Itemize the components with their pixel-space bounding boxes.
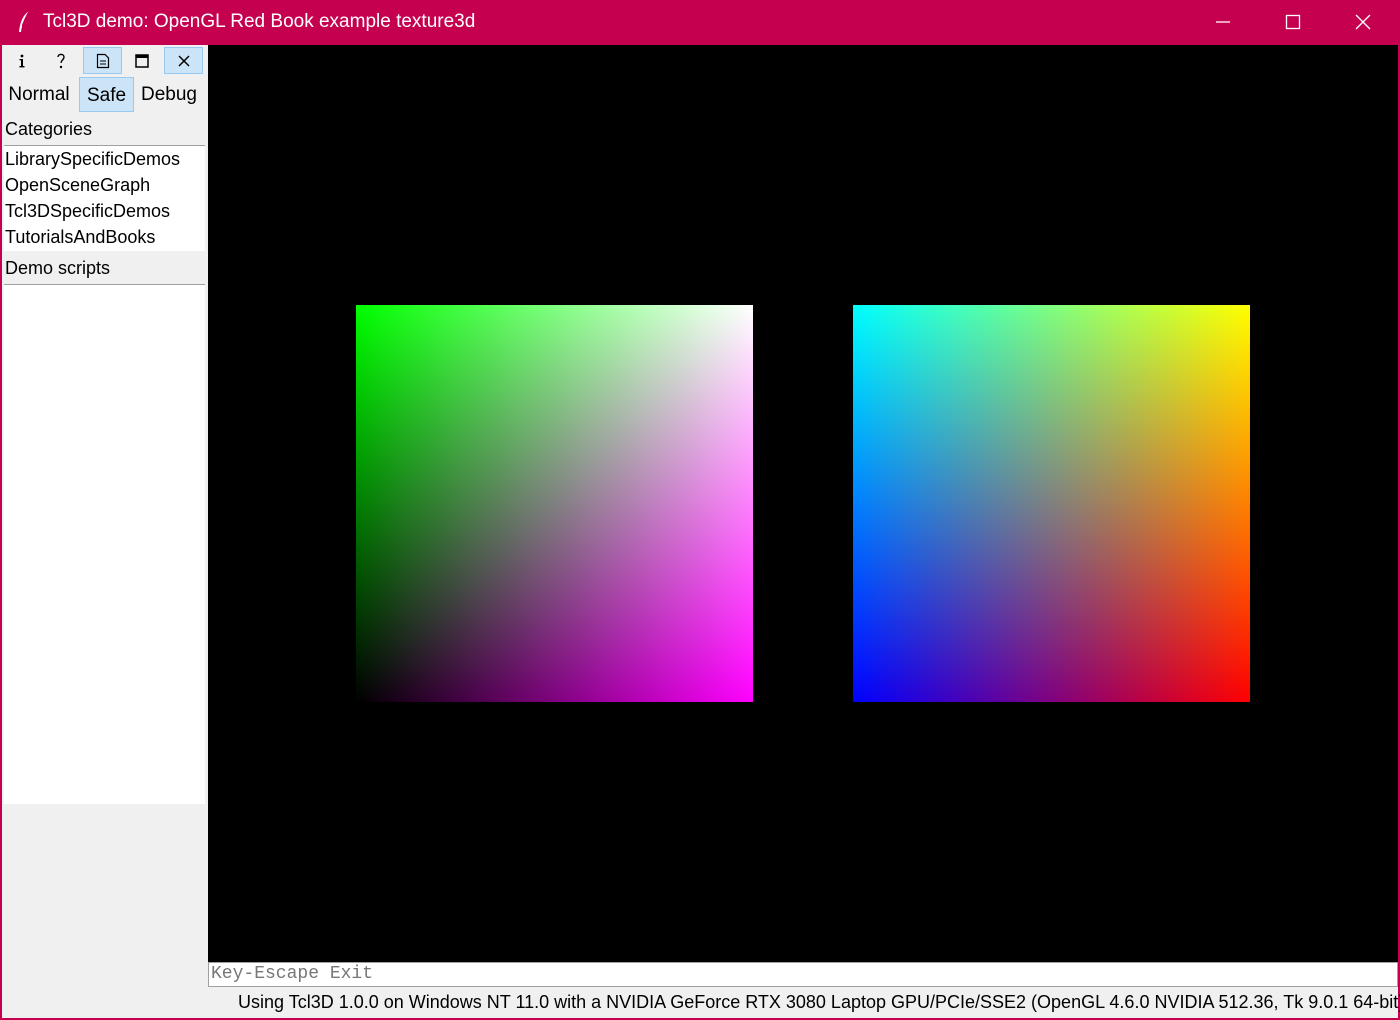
minimize-button[interactable] [1188,0,1258,45]
exit-button[interactable] [164,47,203,74]
mode-debug-button[interactable]: Debug [135,77,203,112]
categories-label: Categories [5,119,93,139]
window-title: Tcl3D demo: OpenGL Red Book example text… [43,11,476,32]
list-item[interactable]: LibrarySpecificDemos [4,146,205,172]
categories-list[interactable]: LibrarySpecificDemos OpenSceneGraph Tcl3… [4,145,205,251]
command-field[interactable]: Key-Escape Exit [208,962,1398,987]
mode-safe-button[interactable]: Safe [79,77,134,112]
sidebar: Normal Safe Debug Categories LibrarySpec… [2,45,207,1018]
opengl-viewport[interactable] [208,45,1398,962]
title-bar[interactable]: Tcl3D demo: OpenGL Red Book example text… [0,0,1400,45]
demo-scripts-list[interactable] [4,284,205,804]
mode-normal-button[interactable]: Normal [6,77,72,112]
demo-scripts-label: Demo scripts [5,258,111,278]
info-icon [19,54,24,67]
texture-right [853,305,1250,702]
feather-icon [19,10,30,32]
main-window: Normal Safe Debug Categories LibrarySpec… [2,45,1400,1018]
close-icon [1355,14,1371,30]
minimize-icon [1216,21,1230,23]
document-button[interactable] [83,47,122,74]
window-icon [134,53,149,68]
document-icon [96,53,109,68]
info-button[interactable] [2,47,41,74]
list-item[interactable]: Tcl3DSpecificDemos [4,198,205,224]
texture-left [356,305,753,702]
window-button[interactable] [122,47,161,74]
list-item[interactable]: TutorialsAndBooks [4,224,205,250]
status-text: Using Tcl3D 1.0.0 on Windows NT 11.0 wit… [238,992,1400,1012]
help-icon [56,53,65,68]
close-button[interactable] [1328,0,1398,45]
list-item[interactable]: OpenSceneGraph [4,172,205,198]
close-icon [177,54,190,67]
help-button[interactable] [41,47,80,74]
maximize-button[interactable] [1258,0,1328,45]
maximize-icon [1285,14,1301,30]
